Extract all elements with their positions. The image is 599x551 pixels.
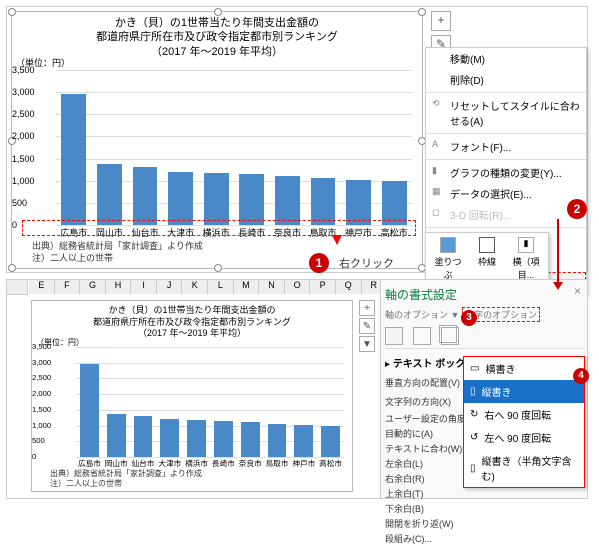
ctx-reset-style[interactable]: ⟲リセットしてスタイルに合わせる(A) — [426, 95, 586, 131]
texteffect-icon[interactable] — [413, 327, 431, 345]
chart-plus-button[interactable]: + — [431, 11, 451, 31]
fly-vertical-halfwidth[interactable]: ▯縦書き（半角文字含む) — [464, 449, 584, 487]
callout-2: 2 — [567, 199, 587, 219]
pane-icon-tabs — [385, 324, 583, 349]
corner-cell[interactable] — [7, 280, 28, 295]
format-axis-pane: × 軸の書式設定 軸のオプション ▼ 文字のオプション 3 ▸ テキスト ボック… — [380, 280, 587, 498]
chart-funnel-small[interactable]: ▼ — [359, 336, 375, 352]
fly-vertical[interactable]: ▯縦書き — [464, 380, 584, 403]
ctx-delete[interactable]: 削除(D) — [426, 69, 586, 90]
xaxis-selection-highlight — [22, 220, 416, 236]
excel-chart[interactable]: かき（貝）の1世帯当たり年間支出金額の 都道府県庁所在市及び政令指定都市別ランキ… — [11, 11, 423, 269]
text-direction-flyout: ▭横書き ▯縦書き ↻右へ 90 度回転 ↺左へ 90 度回転 ▯縦書き（半角文… — [463, 356, 585, 488]
source-line-2-small: 注）二人以上の世帯 — [50, 478, 122, 489]
chart-title[interactable]: かき（貝）の1世帯当たり年間支出金額の 都道府県庁所在市及び政令指定都市別ランキ… — [12, 12, 422, 63]
ctx-font[interactable]: Aフォント(F)... — [426, 136, 586, 157]
tutorial-step-bottom: EFGHIJKLMNOPQR かき（貝）の1世帯当たり年間支出金額の 都道府県庁… — [6, 279, 588, 499]
fly-rotate-left-90[interactable]: ↺左へ 90 度回転 — [464, 426, 584, 449]
mini-toolbar: 塗りつぶ 枠線 ▮横（項目... — [425, 232, 549, 286]
ctx-change-chart-type[interactable]: ▮グラフの種類の変更(Y)... — [426, 162, 586, 183]
fly-rotate-right-90[interactable]: ↻右へ 90 度回転 — [464, 403, 584, 426]
connector-arrowhead — [553, 282, 563, 290]
tab-axis-options[interactable]: 軸のオプション — [385, 310, 448, 320]
chart-brush-small[interactable]: ✎ — [359, 318, 375, 334]
close-pane-icon[interactable]: × — [574, 284, 581, 298]
column-headers: EFGHIJKLMNOPQR — [29, 280, 387, 294]
ctx-select-data[interactable]: ▦データの選択(E)... — [426, 183, 586, 204]
ctx-3d-rotate: ◻3-D 回転(R)... — [426, 204, 586, 225]
callout-1: 1 — [309, 253, 329, 273]
plot-area[interactable]: 05001,0001,5002,0002,5003,0003,500広島市岡山市… — [56, 70, 412, 225]
callout-4: 4 — [573, 368, 589, 384]
callout-3: 3 — [461, 310, 477, 326]
textfill-icon[interactable] — [385, 327, 403, 345]
ctx-move[interactable]: 移動(M) — [426, 48, 586, 69]
chart-plus-small[interactable]: + — [359, 300, 375, 316]
arrow-to-xaxis — [332, 235, 342, 245]
source-line-2: 注）二人以上の世帯 — [32, 251, 113, 264]
pane-tabs: 軸のオプション ▼ 文字のオプション — [385, 305, 583, 324]
mini-fill[interactable]: 塗りつぶ — [430, 237, 466, 281]
tutorial-step-top: かき（貝）の1世帯当たり年間支出金額の 都道府県庁所在市及び政令指定都市別ランキ… — [6, 6, 588, 273]
excel-chart-small[interactable]: かき（貝）の1世帯当たり年間支出金額の 都道府県庁所在市及び政令指定都市別ランキ… — [31, 300, 353, 492]
plot-area-small[interactable]: 05001,0001,5002,0002,5003,0003,500広島市岡山市… — [76, 347, 344, 457]
right-click-label: 右クリック — [339, 255, 394, 271]
mini-axis-type[interactable]: ▮横（項目... — [508, 237, 544, 281]
mini-outline[interactable]: 枠線 — [469, 237, 505, 281]
textbox-icon[interactable] — [441, 327, 459, 345]
fly-horizontal[interactable]: ▭横書き — [464, 357, 584, 380]
